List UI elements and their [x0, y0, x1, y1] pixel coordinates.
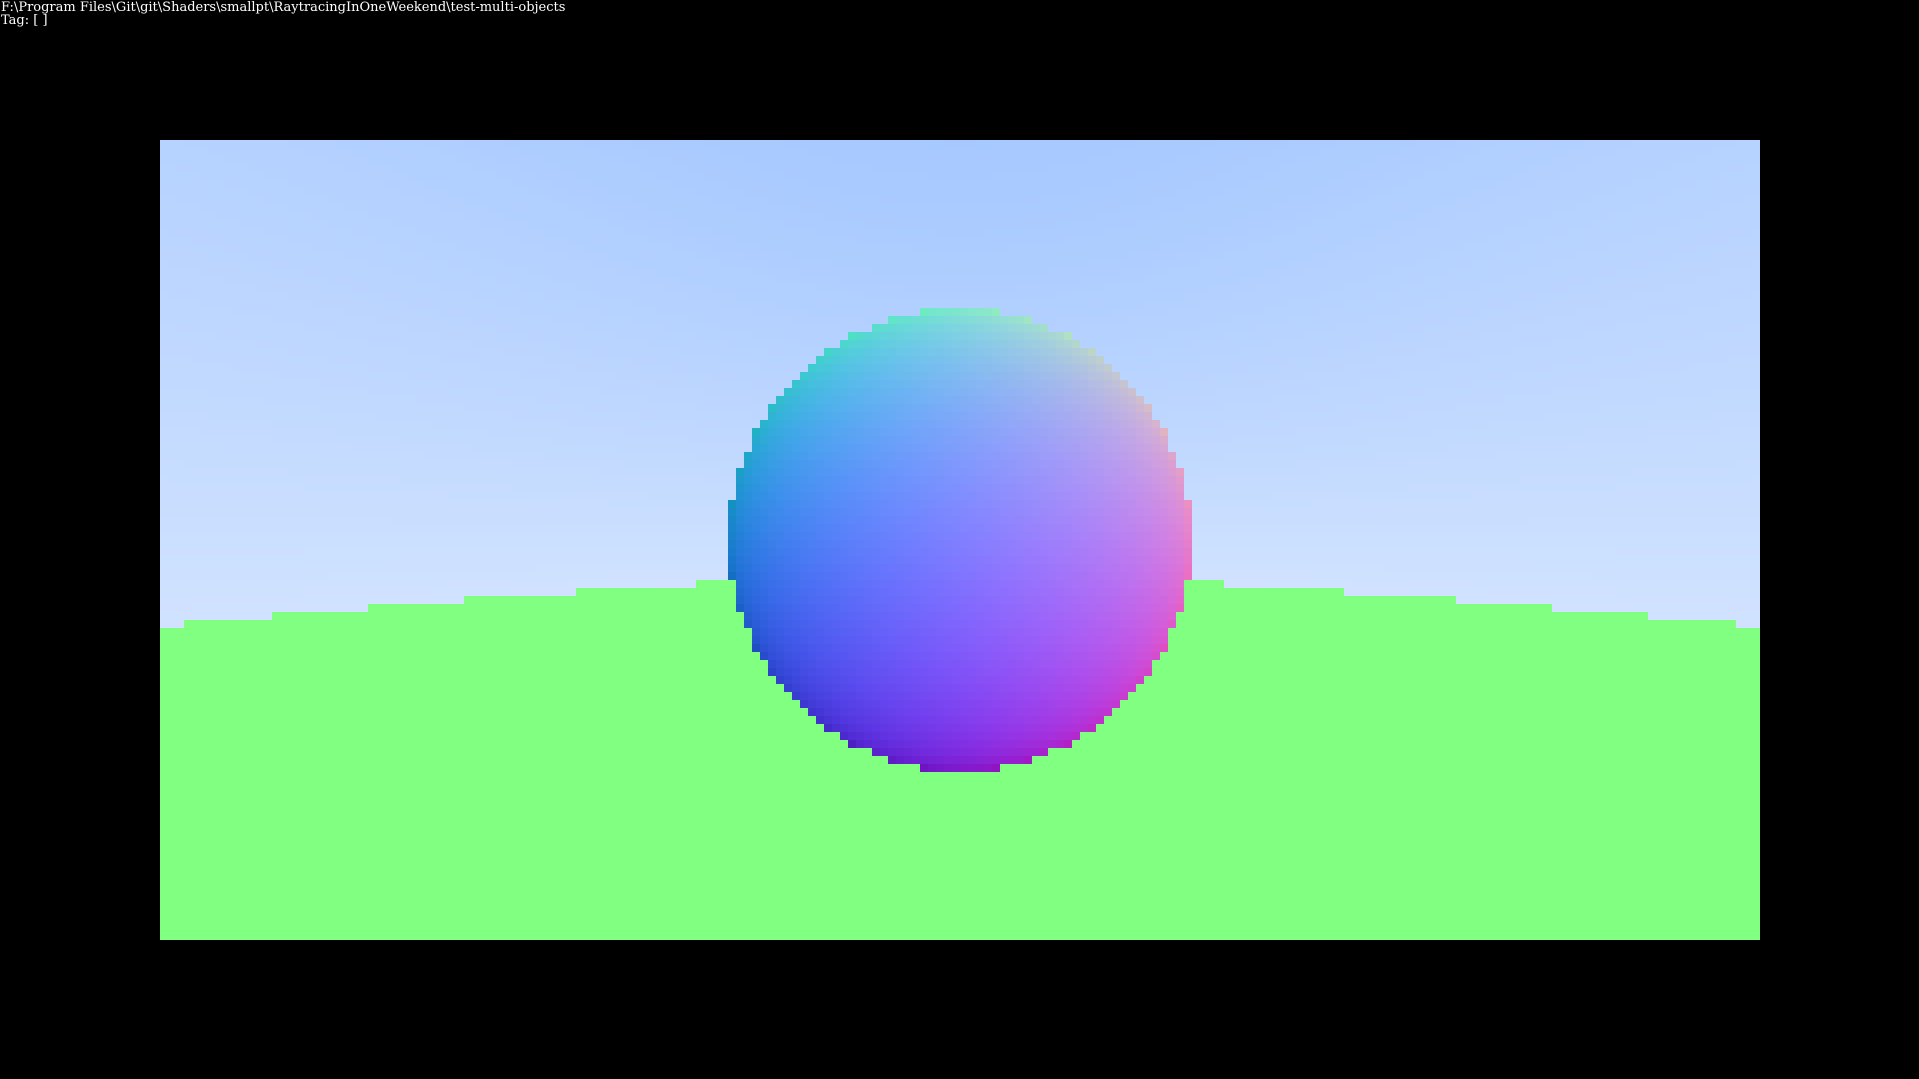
- file-path-text: F:\Program Files\Git\git\Shaders\smallpt…: [1, 0, 566, 15]
- app-window: F:\Program Files\Git\git\Shaders\smallpt…: [0, 0, 1919, 1079]
- tag-value: [ ]: [33, 13, 48, 28]
- tag-label: Tag:: [1, 13, 30, 28]
- tag-line: Tag: [ ]: [1, 14, 48, 27]
- render-viewport[interactable]: [160, 140, 1760, 940]
